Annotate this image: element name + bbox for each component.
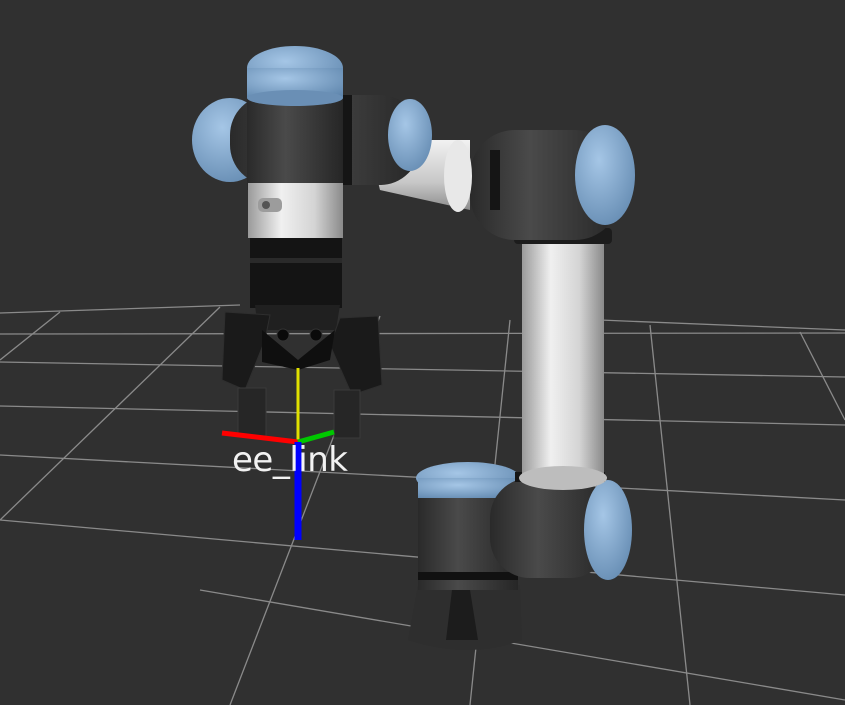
elbow-joint xyxy=(470,125,635,240)
tool-flange xyxy=(248,183,343,238)
scene-canvas xyxy=(0,46,845,705)
gripper xyxy=(221,238,383,439)
upper-arm-tube xyxy=(514,228,612,490)
ee-frame-label: ee_link xyxy=(232,440,348,480)
wrist-joints xyxy=(192,46,432,190)
3d-viewport[interactable]: ee_link xyxy=(0,0,845,705)
